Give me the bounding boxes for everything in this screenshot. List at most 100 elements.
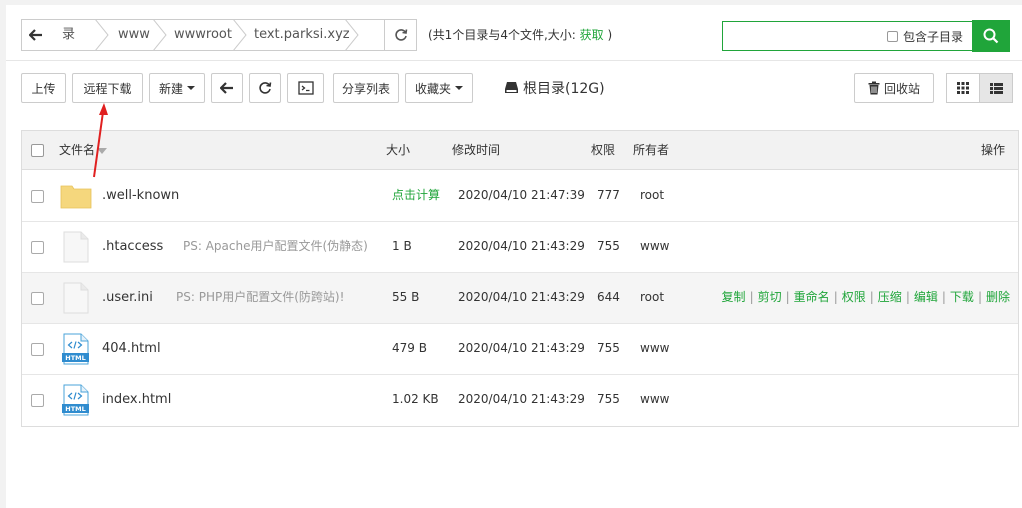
file-remark: PS: PHP用户配置文件(防跨站)! (176, 290, 345, 304)
html-file-icon: HTML (62, 384, 89, 416)
refresh-icon (394, 29, 407, 41)
table-row[interactable]: .user.ini PS: PHP用户配置文件(防跨站)! 55 B 2020/… (22, 273, 1018, 324)
get-size-link[interactable]: 获取 (580, 28, 604, 42)
file-size: 1.02 KB (392, 392, 439, 406)
permission-link[interactable]: 权限 (842, 290, 866, 304)
column-header-name[interactable]: 文件名 (59, 131, 108, 170)
path-bar: 录 www wwwroot text.parksi.xyz (21, 19, 417, 51)
terminal-button[interactable] (287, 73, 324, 103)
owner: root (640, 290, 665, 304)
path-refresh-button[interactable] (384, 20, 416, 50)
breadcrumb-item[interactable]: text.parksi.xyz (240, 20, 350, 50)
column-header-size[interactable]: 大小 (386, 131, 410, 170)
share-list-button[interactable]: 分享列表 (333, 73, 399, 103)
include-subdir-option[interactable]: 包含子目录 (887, 22, 963, 50)
table-row[interactable]: .well-known 点击计算 2020/04/10 21:47:39 777… (22, 171, 1018, 222)
table-row[interactable]: HTML 404.html 479 B 2020/04/10 21:43:29 … (22, 324, 1018, 375)
breadcrumb-item[interactable]: 录 (48, 20, 75, 50)
root-directory-label: 根目录(12G) (523, 81, 605, 97)
row-checkbox[interactable] (31, 190, 44, 203)
row-checkbox[interactable] (31, 292, 44, 305)
owner: www (640, 392, 670, 406)
list-view-button[interactable] (979, 73, 1013, 103)
permission[interactable]: 755 (597, 375, 620, 424)
file-name[interactable]: .well-known (102, 171, 179, 220)
back-button[interactable] (211, 73, 243, 103)
breadcrumb-item[interactable]: wwwroot (160, 20, 232, 50)
file-icon (63, 231, 89, 263)
column-header-ops: 操作 (980, 143, 1005, 157)
root-directory-disk[interactable]: 根目录(12G) (504, 73, 605, 103)
modified-time: 2020/04/10 21:43:29 (458, 341, 585, 355)
grid-icon (957, 82, 969, 94)
new-button-label: 新建 (158, 81, 183, 96)
row-checkbox[interactable] (31, 394, 44, 407)
recycle-bin-button[interactable]: 回收站 (854, 73, 934, 103)
file-table: 文件名 大小 修改时间 权限 所有者 操作 .well-known 点击计算 2… (21, 130, 1019, 427)
select-all-checkbox[interactable] (31, 144, 44, 157)
table-row[interactable]: HTML index.html 1.02 KB 2020/04/10 21:43… (22, 375, 1018, 426)
terminal-icon (297, 81, 314, 95)
caret-down-icon (187, 86, 195, 90)
breadcrumb-separator (345, 20, 359, 50)
file-name[interactable]: .user.ini (102, 273, 153, 322)
share-list-button-label: 分享列表 (341, 81, 390, 96)
breadcrumb: 录 www wwwroot text.parksi.xyz (44, 20, 382, 50)
row-checkbox[interactable] (31, 343, 44, 356)
directory-info: (共1个目录与4个文件,大小: 获取 ) (428, 19, 612, 51)
separator: | (749, 290, 754, 304)
directory-info-suffix: ) (607, 28, 613, 42)
search-input[interactable] (723, 22, 883, 50)
permission[interactable]: 777 (597, 171, 620, 220)
sort-down-icon (97, 147, 108, 154)
breadcrumb-item[interactable]: www (104, 20, 150, 50)
favorites-dropdown-button[interactable]: 收藏夹 (405, 73, 473, 103)
rename-link[interactable]: 重命名 (794, 290, 830, 304)
refresh-button[interactable] (249, 73, 281, 103)
row-checkbox[interactable] (31, 241, 44, 254)
new-dropdown-button[interactable]: 新建 (149, 73, 205, 103)
column-header-mtime[interactable]: 修改时间 (452, 131, 500, 170)
column-header-owner[interactable]: 所有者 (633, 131, 669, 170)
permission[interactable]: 644 (597, 273, 620, 322)
separator: | (869, 290, 874, 304)
calculate-size-link[interactable]: 点击计算 (392, 171, 440, 220)
search-button[interactable] (972, 20, 1010, 52)
compress-link[interactable]: 压缩 (878, 290, 902, 304)
owner: www (640, 341, 670, 355)
file-name[interactable]: .htaccess (102, 222, 163, 271)
remote-download-button-label: 远程下载 (83, 81, 132, 96)
separator: | (977, 290, 982, 304)
favorites-button-label: 收藏夹 (414, 81, 451, 96)
file-remark: PS: Apache用户配置文件(伪静态) (183, 239, 368, 253)
cut-link[interactable]: 剪切 (758, 290, 782, 304)
table-header: 文件名 大小 修改时间 权限 所有者 操作 (22, 131, 1018, 170)
modified-time: 2020/04/10 21:43:29 (458, 239, 585, 253)
permission[interactable]: 755 (597, 324, 620, 373)
file-manager-panel: 录 www wwwroot text.parksi.xyz (共1个目录与4个文… (6, 5, 1022, 508)
delete-link[interactable]: 删除 (986, 290, 1010, 304)
list-icon (989, 82, 1003, 94)
owner: www (640, 239, 670, 253)
table-row[interactable]: .htaccess PS: Apache用户配置文件(伪静态) 1 B 2020… (22, 222, 1018, 273)
directory-info-text: (共1个目录与4个文件,大小: (428, 28, 576, 42)
file-name[interactable]: 404.html (102, 324, 161, 373)
download-link[interactable]: 下载 (950, 290, 974, 304)
hard-drive-icon (505, 82, 518, 93)
owner: root (640, 188, 665, 202)
separator: | (833, 290, 838, 304)
grid-view-button[interactable] (946, 73, 980, 103)
column-header-perm[interactable]: 权限 (591, 131, 615, 170)
include-subdir-checkbox[interactable] (887, 30, 898, 42)
permission[interactable]: 755 (597, 222, 620, 271)
separator: | (941, 290, 946, 304)
column-header-name-label: 文件名 (59, 143, 96, 157)
folder-icon (60, 185, 92, 209)
copy-link[interactable]: 复制 (722, 290, 746, 304)
modified-time: 2020/04/10 21:43:29 (458, 392, 585, 406)
edit-link[interactable]: 编辑 (914, 290, 938, 304)
upload-button[interactable]: 上传 (21, 73, 66, 103)
remote-download-button[interactable]: 远程下载 (72, 73, 143, 103)
html-file-icon: HTML (62, 333, 89, 365)
file-name[interactable]: index.html (102, 375, 171, 424)
